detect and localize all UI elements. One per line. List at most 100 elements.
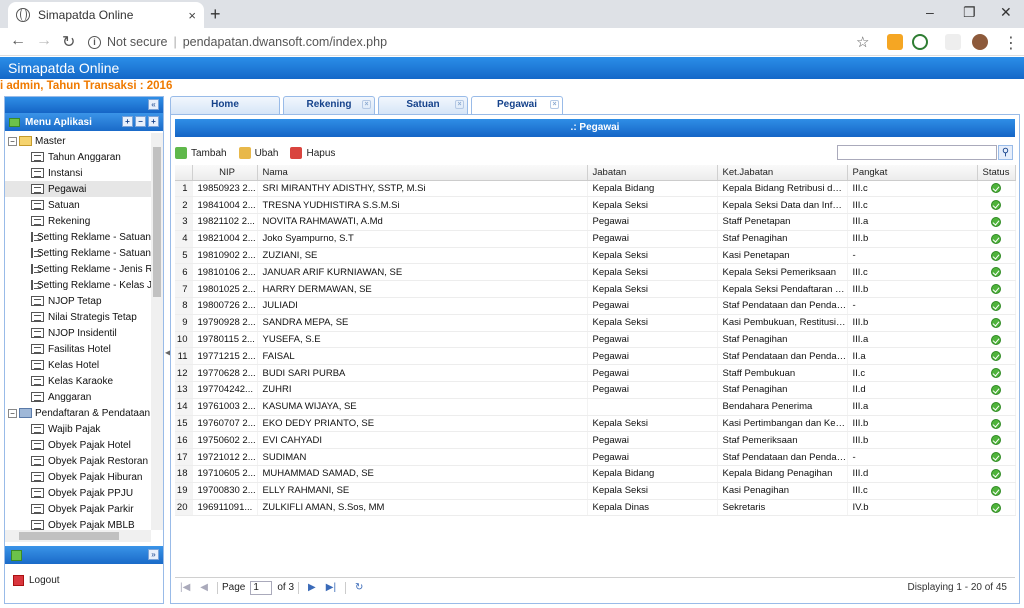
new-tab-icon[interactable]: + — [210, 4, 221, 25]
column-header[interactable]: Ket.Jabatan — [717, 165, 848, 181]
sidebar-item[interactable]: Setting Reklame - Jenis Re — [5, 261, 151, 277]
table-row[interactable]: 14 19761003 2... KASUMA WIJAYA, SE Bendahar… — [175, 398, 1016, 416]
sidebar-item[interactable]: Obyek Pajak Parkir — [5, 501, 151, 517]
restore-icon[interactable]: ❐ — [963, 4, 976, 21]
sidebar-item[interactable]: Nilai Strategis Tetap — [5, 309, 151, 325]
info-icon[interactable]: i — [88, 35, 101, 49]
page-number-input[interactable]: 1 — [250, 580, 273, 595]
table-row[interactable]: 6 19810106 2... JANUAR ARIF KURNIAWAN, SE K… — [175, 263, 1016, 282]
forward-icon[interactable]: → — [36, 32, 52, 50]
table-row[interactable]: 2 19841004 2... TRESNA YUDHISTIRA S.S.M.Si… — [175, 196, 1016, 215]
tab-pegawai[interactable]: Pegawai × — [471, 96, 563, 115]
table-row[interactable]: 16 19750602 2... EVI CAHYADI Pegawai Staf Pe… — [175, 431, 1016, 450]
table-row[interactable]: 4 19821004 2... Joko Syampurno, S.T Pegawai… — [175, 230, 1016, 248]
minimize-icon[interactable]: – — [926, 4, 934, 20]
expand-panel-icon[interactable]: » — [148, 549, 159, 560]
sidebar-item[interactable]: Tahun Anggaran — [5, 149, 151, 165]
table-row[interactable]: 10 19780115 2... YUSEFA, S.E Pegawai Staf Pe… — [175, 331, 1016, 349]
reload-icon[interactable]: ↻ — [62, 32, 75, 52]
table-row[interactable]: 17 19721012 2... SUDIMAN Pegawai Staf Pendat… — [175, 448, 1016, 467]
sidebar-item[interactable]: Fasilitas Hotel — [5, 341, 151, 357]
sidebar-item[interactable]: Obyek Pajak MBLB — [5, 517, 151, 530]
collapse-icon[interactable]: − — [8, 136, 17, 146]
table-row[interactable]: 5 19810902 2... ZUZIANI, SE Kepala Seksi Kas… — [175, 247, 1016, 265]
logout-button[interactable]: Logout — [13, 575, 60, 586]
first-page-icon[interactable]: |◀ — [180, 582, 190, 593]
sidebar-item[interactable]: NJOP Tetap — [5, 293, 151, 309]
table-row[interactable]: 13 197704242... ZUHRI Pegawai Staf Penagihan… — [175, 381, 1016, 399]
expand-icon[interactable]: + — [148, 116, 159, 127]
extension-icon[interactable] — [912, 34, 928, 50]
tab-satuan[interactable]: Satuan × — [378, 96, 468, 114]
sidebar-item[interactable]: Setting Reklame - Kelas Ja — [5, 277, 151, 293]
last-page-icon[interactable]: ▶| — [326, 582, 336, 593]
sidebar-item[interactable]: Setting Reklame - Satuan T — [5, 245, 151, 261]
delete-button[interactable]: Hapus — [290, 147, 335, 159]
sidebar-item[interactable]: Obyek Pajak Hiburan — [5, 469, 151, 485]
collapse-sidebar-icon[interactable]: « — [148, 99, 159, 110]
tab-home[interactable]: Home — [170, 96, 280, 114]
table-row[interactable]: 12 19770628 2... BUDI SARI PURBA Pegawai Sta… — [175, 364, 1016, 383]
window-close-icon[interactable]: ✕ — [1000, 4, 1012, 21]
tree-scrollbar-vertical[interactable] — [151, 133, 163, 530]
avatar[interactable] — [972, 34, 988, 50]
tree-scrollbar-horizontal[interactable] — [5, 530, 151, 542]
search-input[interactable] — [837, 145, 997, 160]
collapse-icon[interactable]: − — [8, 408, 17, 418]
table-row[interactable]: 11 19771215 2... FAISAL Pegawai Staf Pendata… — [175, 347, 1016, 366]
tab-close-icon[interactable]: × — [550, 100, 559, 109]
prev-page-icon[interactable]: ◀ — [200, 582, 208, 593]
sidebar-item[interactable]: Kelas Karaoke — [5, 373, 151, 389]
table-cell: 19710605 2... — [192, 465, 258, 483]
url-text[interactable]: pendapatan.dwansoft.com/index.php — [183, 35, 387, 49]
omnibox[interactable]: i Not secure | pendapatan.dwansoft.com/i… — [88, 31, 878, 53]
edit-button[interactable]: Ubah — [238, 147, 278, 159]
table-row[interactable]: 15 19760707 2... EKO DEDY PRIANTO, SE Kepal… — [175, 415, 1016, 433]
table-row[interactable]: 9 19790928 2... SANDRA MEPA, SE Kepala Seks… — [175, 314, 1016, 332]
column-header[interactable]: Pangkat — [847, 165, 978, 181]
column-header[interactable]: NIP — [192, 165, 258, 181]
tree-group-pendaftaran[interactable]: − Pendaftaran & Pendataan — [5, 405, 151, 421]
table-row[interactable]: 20 196911091... ZULKIFLI AMAN, S.Sos, MM Ke… — [175, 499, 1016, 517]
sidebar-item[interactable]: Rekening — [5, 213, 151, 229]
tab-close-icon[interactable]: × — [455, 100, 464, 109]
browser-tab[interactable]: Simapatda Online × — [8, 2, 204, 28]
extension-icon[interactable] — [887, 34, 903, 50]
sidebar-item[interactable]: Pegawai — [5, 181, 151, 197]
close-tab-icon[interactable]: × — [188, 8, 196, 23]
tree-group-master[interactable]: − Master — [5, 133, 151, 149]
table-row[interactable]: 1 19850923 2... SRI MIRANTHY ADISTHY, SSTP… — [175, 180, 1016, 198]
table-row[interactable]: 18 19710605 2... MUHAMMAD SAMAD, SE Kepala … — [175, 465, 1016, 483]
column-header[interactable]: Nama — [257, 165, 588, 181]
add-icon[interactable]: + — [122, 116, 133, 127]
column-header[interactable]: Jabatan — [587, 165, 718, 181]
table-row[interactable]: 7 19801025 2... HARRY DERMAWAN, SE Kepala S… — [175, 280, 1016, 299]
sidebar-item[interactable]: Obyek Pajak Hotel — [5, 437, 151, 453]
tab-close-icon[interactable]: × — [362, 100, 371, 109]
bookmark-star-icon[interactable]: ☆ — [856, 33, 869, 51]
search-icon[interactable]: ⚲ — [998, 145, 1013, 160]
sidebar-item[interactable]: NJOP Insidentil — [5, 325, 151, 341]
table-row[interactable]: 8 19800726 2... JULIADI Pegawai Staf Pendata… — [175, 297, 1016, 315]
sidebar-item[interactable]: Instansi — [5, 165, 151, 181]
refresh-icon[interactable]: ↻ — [355, 582, 363, 593]
sidebar-item[interactable]: Anggaran — [5, 389, 151, 405]
sidebar-item[interactable]: Kelas Hotel — [5, 357, 151, 373]
tab-rekening[interactable]: Rekening × — [283, 96, 375, 114]
sidebar-item[interactable]: Setting Reklame - Satuan L — [5, 229, 151, 245]
reading-list-icon[interactable] — [945, 34, 961, 50]
add-button[interactable]: Tambah — [175, 147, 227, 159]
scroll-thumb[interactable] — [153, 147, 161, 297]
sidebar-item[interactable]: Satuan — [5, 197, 151, 213]
table-row[interactable]: 3 19821102 2... NOVITA RAHMAWATI, A.Md Pega… — [175, 213, 1016, 231]
browser-menu-icon[interactable]: ⋮ — [1003, 33, 1019, 53]
sidebar-item[interactable]: Wajib Pajak — [5, 421, 151, 437]
column-header[interactable]: Status — [977, 165, 1016, 181]
minus-icon[interactable]: − — [135, 116, 146, 127]
sidebar-item[interactable]: Obyek Pajak PPJU — [5, 485, 151, 501]
back-icon[interactable]: ← — [10, 32, 26, 50]
sidebar-item[interactable]: Obyek Pajak Restoran — [5, 453, 151, 469]
next-page-icon[interactable]: ▶ — [308, 582, 316, 593]
table-row[interactable]: 19 19700830 2... ELLY RAHMANI, SE Kepala Se… — [175, 482, 1016, 500]
scroll-thumb[interactable] — [19, 532, 119, 540]
